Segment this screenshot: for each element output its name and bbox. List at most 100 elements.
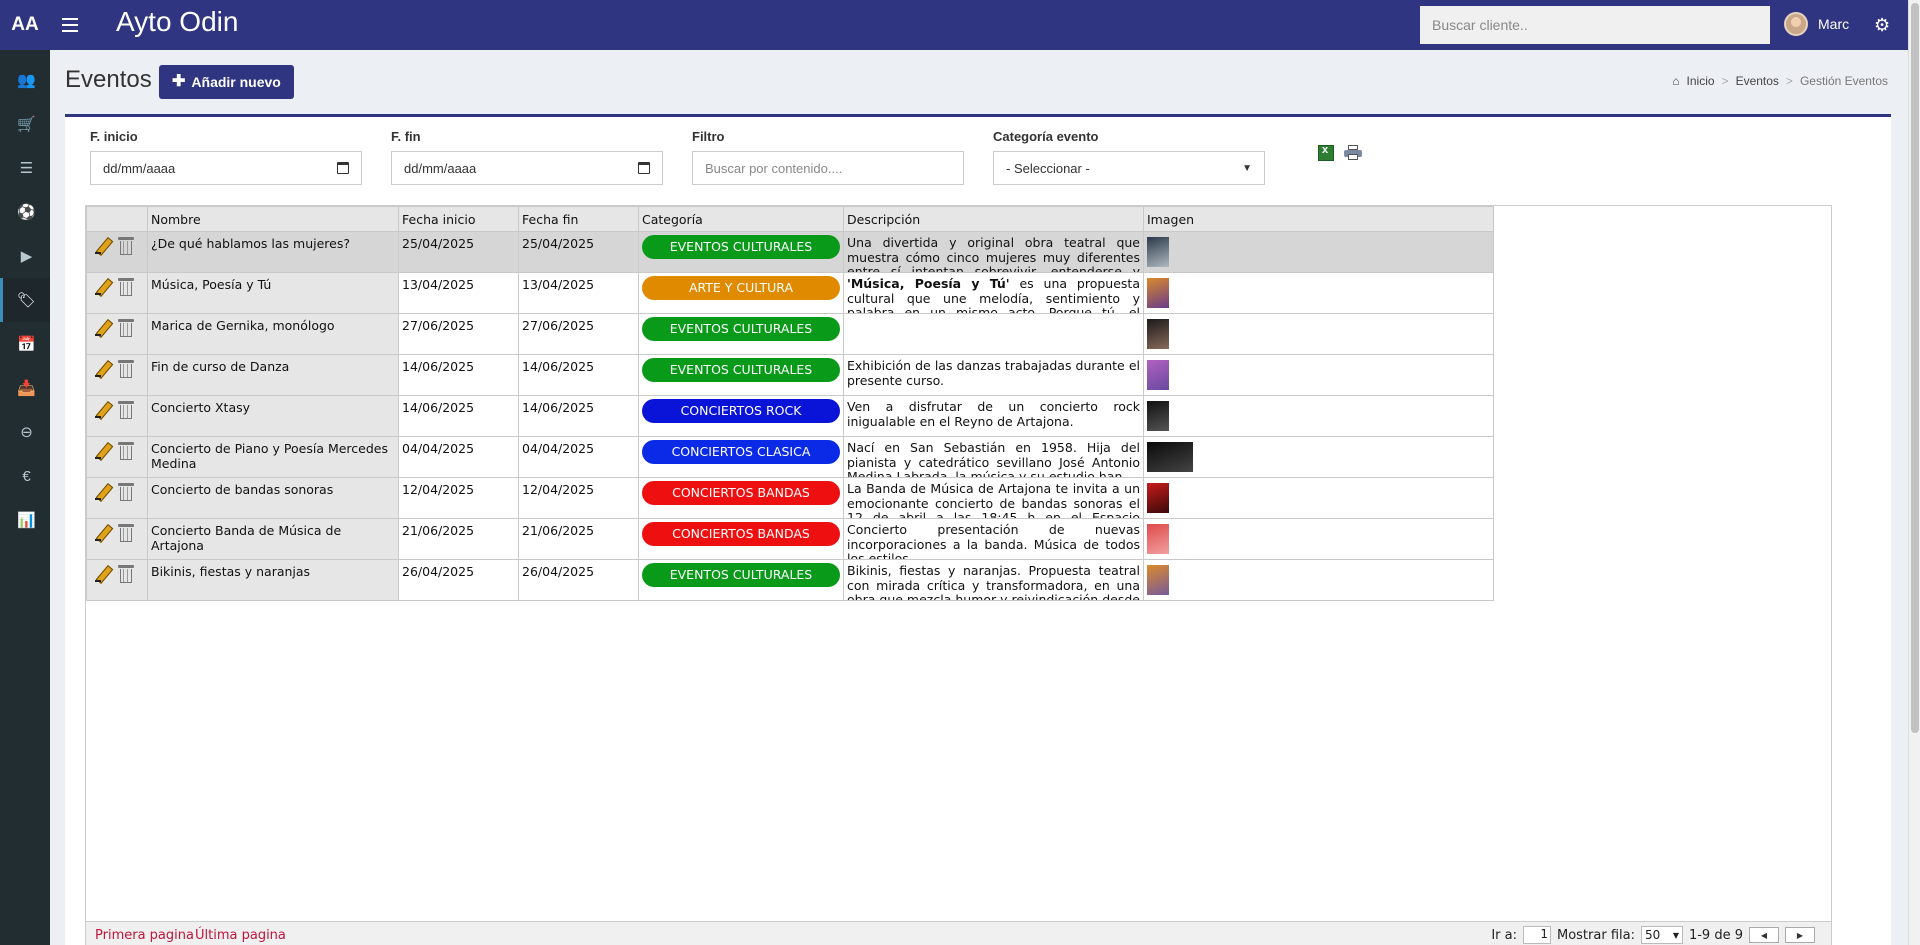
edit-pencil-icon[interactable]: [94, 401, 112, 419]
image-cell: [1143, 395, 1494, 437]
delete-trash-icon[interactable]: [118, 441, 134, 460]
end-date-value: dd/mm/aaaa: [404, 160, 477, 176]
bar-chart-icon: 📊: [17, 512, 36, 529]
event-thumbnail[interactable]: [1147, 319, 1169, 349]
event-thumbnail[interactable]: [1147, 483, 1169, 513]
event-thumbnail[interactable]: [1147, 237, 1169, 267]
sidebar-item-list[interactable]: ☰: [0, 146, 50, 190]
hamburger-menu-icon[interactable]: [62, 15, 78, 35]
prev-page-button[interactable]: ◀: [1749, 927, 1779, 943]
start-date-cell: 26/04/2025: [398, 559, 519, 601]
content-filter-input[interactable]: [705, 160, 951, 176]
category-cell: EVENTOS CULTURALES: [638, 559, 844, 601]
event-thumbnail[interactable]: [1147, 524, 1169, 554]
category-badge: CONCIERTOS BANDAS: [642, 481, 840, 505]
table-row[interactable]: Concierto de bandas sonoras 12/04/2025 1…: [86, 477, 1494, 519]
user-menu[interactable]: Marc: [1784, 12, 1849, 36]
edit-pencil-icon[interactable]: [94, 524, 112, 542]
delete-trash-icon[interactable]: [118, 318, 134, 337]
event-thumbnail[interactable]: [1147, 401, 1169, 431]
table-row[interactable]: Concierto Banda de Música de Artajona 21…: [86, 518, 1494, 560]
edit-pencil-icon[interactable]: [94, 278, 112, 296]
column-header-actions: [86, 206, 148, 232]
sidebar-item-calendar[interactable]: 📅: [0, 322, 50, 366]
category-select[interactable]: - Seleccionar - ▼: [993, 151, 1265, 185]
table-row[interactable]: Fin de curso de Danza 14/06/2025 14/06/2…: [86, 354, 1494, 396]
event-thumbnail[interactable]: [1147, 278, 1169, 308]
breadcrumb-home[interactable]: Inicio: [1687, 74, 1715, 88]
next-page-button[interactable]: ▶: [1785, 927, 1815, 943]
column-header-imagen[interactable]: Imagen: [1143, 206, 1494, 232]
print-icon[interactable]: [1344, 145, 1362, 161]
category-badge: EVENTOS CULTURALES: [642, 317, 840, 341]
end-date-cell: 26/04/2025: [518, 559, 639, 601]
table-row[interactable]: Bikinis, fiestas y naranjas 26/04/2025 2…: [86, 559, 1494, 601]
first-page-link[interactable]: Primera pagina: [95, 928, 194, 943]
goto-page-input[interactable]: 1: [1522, 926, 1551, 944]
calendar-icon[interactable]: [337, 162, 349, 174]
sidebar-item-cart[interactable]: 🛒: [0, 102, 50, 146]
column-header-categoria[interactable]: Categoría: [638, 206, 844, 232]
edit-pencil-icon[interactable]: [94, 565, 112, 583]
category-badge: EVENTOS CULTURALES: [642, 563, 840, 587]
delete-trash-icon[interactable]: [118, 236, 134, 255]
end-date-cell: 14/06/2025: [518, 354, 639, 396]
gear-icon[interactable]: ⚙: [1874, 15, 1890, 36]
page-title: Eventos: [65, 66, 152, 93]
sidebar-item-ticket[interactable]: 🏷: [0, 278, 50, 322]
app-logo[interactable]: AA: [0, 0, 50, 50]
table-row[interactable]: Marica de Gernika, monólogo 27/06/2025 2…: [86, 313, 1494, 355]
event-thumbnail[interactable]: [1147, 442, 1193, 472]
avatar: [1784, 12, 1808, 36]
start-date-label: F. inicio: [90, 129, 138, 144]
column-header-descripcion[interactable]: Descripción: [843, 206, 1144, 232]
rows-label: Mostrar fila:: [1556, 927, 1635, 943]
delete-trash-icon[interactable]: [118, 400, 134, 419]
column-header-nombre[interactable]: Nombre: [147, 206, 399, 232]
start-date-input[interactable]: dd/mm/aaaa: [90, 151, 362, 185]
sidebar-item-euro[interactable]: €: [0, 454, 50, 498]
delete-trash-icon[interactable]: [118, 482, 134, 501]
end-date-cell: 12/04/2025: [518, 477, 639, 519]
column-header-fecha-inicio[interactable]: Fecha inicio: [398, 206, 519, 232]
calendar-icon[interactable]: [638, 162, 650, 174]
description-cell: Una divertida y original obra teatral qu…: [843, 231, 1144, 273]
event-thumbnail[interactable]: [1147, 565, 1169, 595]
end-date-input[interactable]: dd/mm/aaaa: [391, 151, 663, 185]
category-select-value: - Seleccionar -: [1006, 160, 1090, 176]
client-search-input[interactable]: [1420, 6, 1770, 44]
description-body: La Banda de Música de Artajona te invita…: [847, 482, 1140, 518]
table-row[interactable]: Música, Poesía y Tú 13/04/2025 13/04/202…: [86, 272, 1494, 314]
delete-trash-icon[interactable]: [118, 359, 134, 378]
sidebar-item-inbox[interactable]: 📥: [0, 366, 50, 410]
sidebar-item-play[interactable]: ▶: [0, 234, 50, 278]
edit-pencil-icon[interactable]: [94, 483, 112, 501]
add-new-button[interactable]: ✚ Añadir nuevo: [159, 65, 294, 99]
page-scrollbar[interactable]: [1908, 0, 1920, 945]
table-row[interactable]: Concierto de Piano y Poesía Mercedes Med…: [86, 436, 1494, 478]
sidebar-item-minus-circle[interactable]: ⊖: [0, 410, 50, 454]
table-row[interactable]: ¿De qué hablamos las mujeres? 25/04/2025…: [86, 231, 1494, 273]
edit-pencil-icon[interactable]: [94, 442, 112, 460]
delete-trash-icon[interactable]: [118, 523, 134, 542]
excel-export-icon[interactable]: [1318, 144, 1334, 161]
table-row[interactable]: Concierto Xtasy 14/06/2025 14/06/2025 CO…: [86, 395, 1494, 437]
sidebar-item-bar-chart[interactable]: 📊: [0, 498, 50, 542]
breadcrumb-eventos[interactable]: Eventos: [1736, 74, 1779, 88]
edit-pencil-icon[interactable]: [94, 237, 112, 255]
event-thumbnail[interactable]: [1147, 360, 1169, 390]
row-actions: [86, 231, 148, 273]
table-header-row: Nombre Fecha inicio Fecha fin Categoría …: [86, 206, 1494, 232]
edit-pencil-icon[interactable]: [94, 360, 112, 378]
column-header-fecha-fin[interactable]: Fecha fin: [518, 206, 639, 232]
sidebar-item-users[interactable]: 👥: [0, 58, 50, 102]
sidebar-item-soccer[interactable]: ⚽: [0, 190, 50, 234]
last-page-link[interactable]: Última pagina: [195, 928, 286, 943]
scrollbar-thumb[interactable]: [1911, 3, 1919, 733]
rows-per-page-select[interactable]: 50 ▼: [1640, 926, 1683, 944]
edit-pencil-icon[interactable]: [94, 319, 112, 337]
delete-trash-icon[interactable]: [118, 564, 134, 583]
pager: Ir a: 1 Mostrar fila: 50 ▼ 1-9 de 9 ◀ ▶: [1491, 926, 1815, 944]
delete-trash-icon[interactable]: [118, 277, 134, 296]
image-cell: [1143, 313, 1494, 355]
